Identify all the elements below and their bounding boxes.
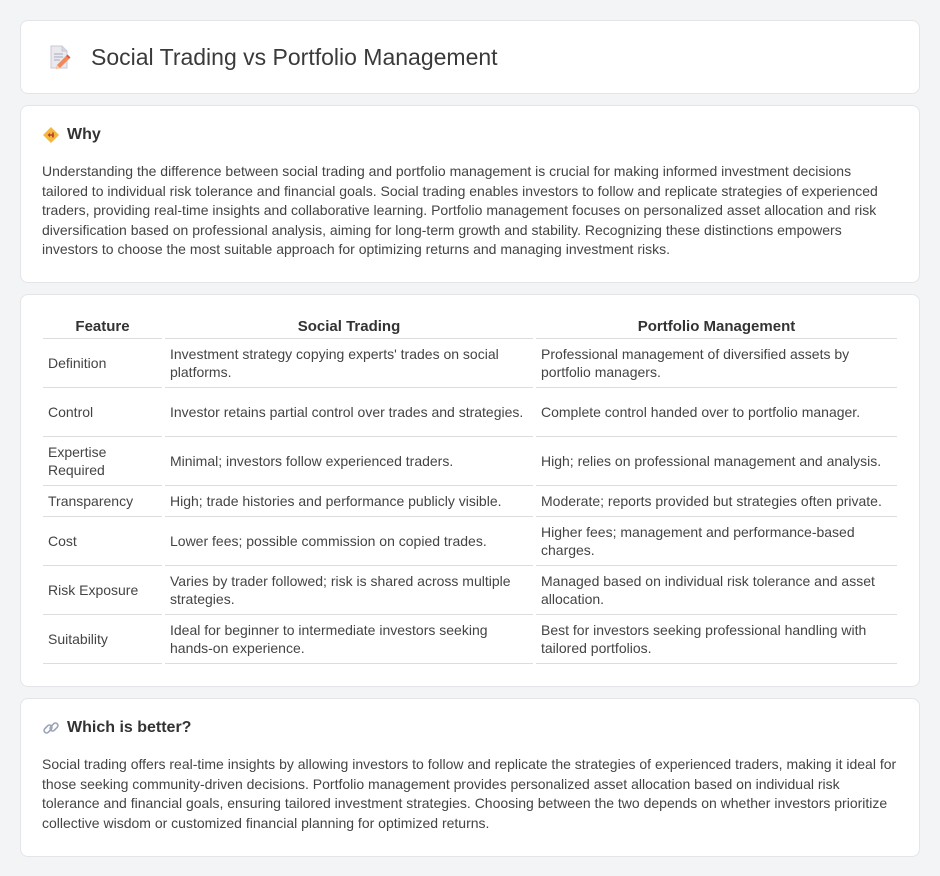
table-row: Control Investor retains partial control… [43, 388, 897, 437]
why-heading: Why [42, 126, 898, 144]
portfolio-management-cell: Managed based on individual risk toleran… [536, 566, 897, 615]
table-row: Expertise Required Minimal; investors fo… [43, 437, 897, 486]
portfolio-management-cell: Moderate; reports provided but strategie… [536, 486, 897, 517]
table-row: Transparency High; trade histories and p… [43, 486, 897, 517]
portfolio-management-cell: High; relies on professional management … [536, 437, 897, 486]
social-trading-cell: Lower fees; possible commission on copie… [165, 517, 533, 566]
portfolio-management-cell: Professional management of diversified a… [536, 339, 897, 388]
table-row: Definition Investment strategy copying e… [43, 339, 897, 388]
which-is-better-heading: Which is better? [42, 719, 898, 737]
feature-cell: Risk Exposure [43, 566, 162, 615]
feature-cell: Suitability [43, 615, 162, 664]
why-title: Why [67, 126, 101, 143]
page-title: Social Trading vs Portfolio Management [91, 43, 498, 70]
comparison-table: Feature Social Trading Portfolio Managem… [40, 317, 900, 664]
link-icon [42, 719, 60, 737]
social-trading-cell: High; trade histories and performance pu… [165, 486, 533, 517]
document-pencil-icon [45, 43, 73, 71]
portfolio-management-cell: Complete control handed over to portfoli… [536, 388, 897, 437]
social-trading-cell: Minimal; investors follow experienced tr… [165, 437, 533, 486]
table-row: Risk Exposure Varies by trader followed;… [43, 566, 897, 615]
header-card: Social Trading vs Portfolio Management [20, 20, 920, 94]
header-portfolio-management: Portfolio Management [536, 317, 897, 339]
table-row: Cost Lower fees; possible commission on … [43, 517, 897, 566]
feature-cell: Definition [43, 339, 162, 388]
which-is-better-section: Which is better? Social trading offers r… [20, 698, 920, 857]
social-trading-cell: Investor retains partial control over tr… [165, 388, 533, 437]
feature-cell: Control [43, 388, 162, 437]
table-row: Suitability Ideal for beginner to interm… [43, 615, 897, 664]
portfolio-management-cell: Best for investors seeking professional … [536, 615, 897, 664]
social-trading-cell: Varies by trader followed; risk is share… [165, 566, 533, 615]
comparison-card: Feature Social Trading Portfolio Managem… [20, 294, 920, 687]
diamond-arrows-icon [42, 126, 60, 144]
header-social-trading: Social Trading [165, 317, 533, 339]
which-is-better-title: Which is better? [67, 719, 192, 736]
social-trading-cell: Investment strategy copying experts' tra… [165, 339, 533, 388]
feature-cell: Transparency [43, 486, 162, 517]
why-text: Understanding the difference between soc… [42, 163, 878, 258]
which-is-better-text: Social trading offers real-time insights… [42, 756, 897, 831]
social-trading-cell: Ideal for beginner to intermediate inves… [165, 615, 533, 664]
feature-cell: Cost [43, 517, 162, 566]
header-feature: Feature [43, 317, 162, 339]
why-section: Why Understanding the difference between… [20, 105, 920, 283]
feature-cell: Expertise Required [43, 437, 162, 486]
page: Social Trading vs Portfolio Management W… [0, 0, 940, 876]
portfolio-management-cell: Higher fees; management and performance-… [536, 517, 897, 566]
table-header-row: Feature Social Trading Portfolio Managem… [43, 317, 897, 339]
